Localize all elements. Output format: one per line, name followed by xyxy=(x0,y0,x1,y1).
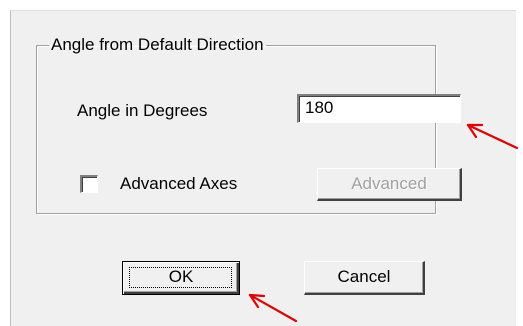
angle-label: Angle in Degrees xyxy=(77,101,208,120)
angle-input[interactable]: 180 xyxy=(297,94,461,123)
advanced-axes-checkbox[interactable] xyxy=(80,175,98,193)
group-legend: Angle from Default Direction xyxy=(51,35,264,54)
ok-button[interactable]: OK xyxy=(122,261,240,295)
advanced-button[interactable]: Advanced xyxy=(317,168,462,201)
cancel-button[interactable]: Cancel xyxy=(304,261,425,295)
advanced-axes-label[interactable]: Advanced Axes xyxy=(120,174,237,194)
ok-button-label: OK xyxy=(168,267,194,286)
